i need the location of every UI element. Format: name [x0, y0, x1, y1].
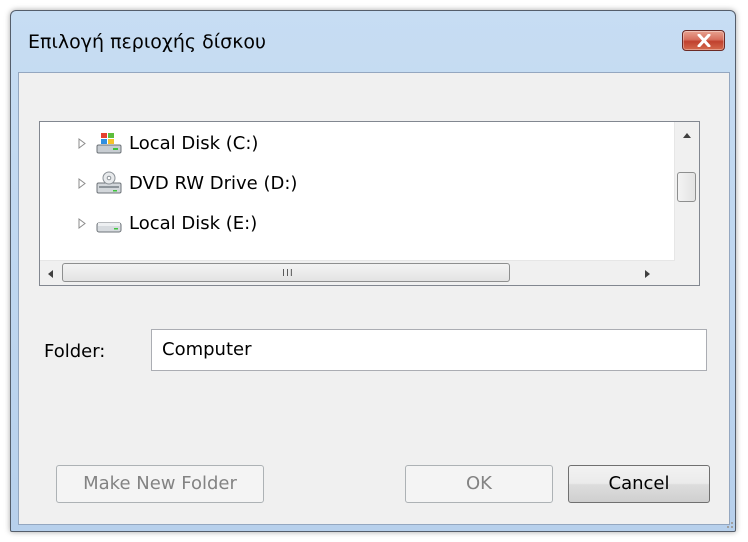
ok-button[interactable]: OK — [405, 465, 553, 503]
resize-grip-icon[interactable] — [722, 517, 734, 529]
expand-arrow-icon[interactable] — [78, 138, 87, 149]
tree-item-dvd-rw-drive-d[interactable]: DVD RW Drive (D:) — [40, 168, 680, 198]
dvd-drive-icon — [96, 171, 122, 194]
tree-item-local-disk-c[interactable]: Local Disk (C:) — [40, 128, 680, 158]
tree-item-label: Local Disk (E:) — [129, 213, 258, 234]
horizontal-scroll-thumb[interactable]: III — [62, 263, 510, 282]
folder-tree-view[interactable]: Local Disk (C:) DVD RW Drive (D:) Local … — [39, 121, 700, 286]
windows-drive-icon — [96, 133, 122, 154]
expand-arrow-icon[interactable] — [78, 178, 87, 189]
make-new-folder-button[interactable]: Make New Folder — [56, 465, 264, 503]
horizontal-scrollbar[interactable]: III — [40, 260, 675, 285]
vertical-scrollbar[interactable] — [674, 122, 699, 261]
vertical-scroll-thumb[interactable] — [677, 172, 696, 202]
title-bar[interactable]: Επιλογή περιοχής δίσκου — [11, 11, 735, 73]
cancel-button[interactable]: Cancel — [568, 465, 710, 503]
folder-label: Folder: — [44, 341, 106, 362]
tree-item-label: DVD RW Drive (D:) — [129, 173, 298, 194]
scroll-grip-icon: III — [282, 268, 294, 279]
close-icon — [697, 34, 711, 47]
folder-input[interactable]: Computer — [151, 329, 707, 371]
close-button[interactable] — [682, 30, 725, 51]
scroll-right-arrow-icon[interactable] — [644, 269, 651, 279]
tree-item-local-disk-e[interactable]: Local Disk (E:) — [40, 208, 680, 238]
scroll-left-arrow-icon[interactable] — [47, 269, 54, 279]
scroll-up-arrow-icon[interactable] — [682, 132, 692, 139]
dialog-title: Επιλογή περιοχής δίσκου — [28, 31, 267, 53]
hard-drive-icon — [96, 222, 122, 233]
tree-item-label: Local Disk (C:) — [129, 133, 259, 154]
expand-arrow-icon[interactable] — [78, 218, 87, 229]
scrollbar-corner — [675, 261, 699, 285]
